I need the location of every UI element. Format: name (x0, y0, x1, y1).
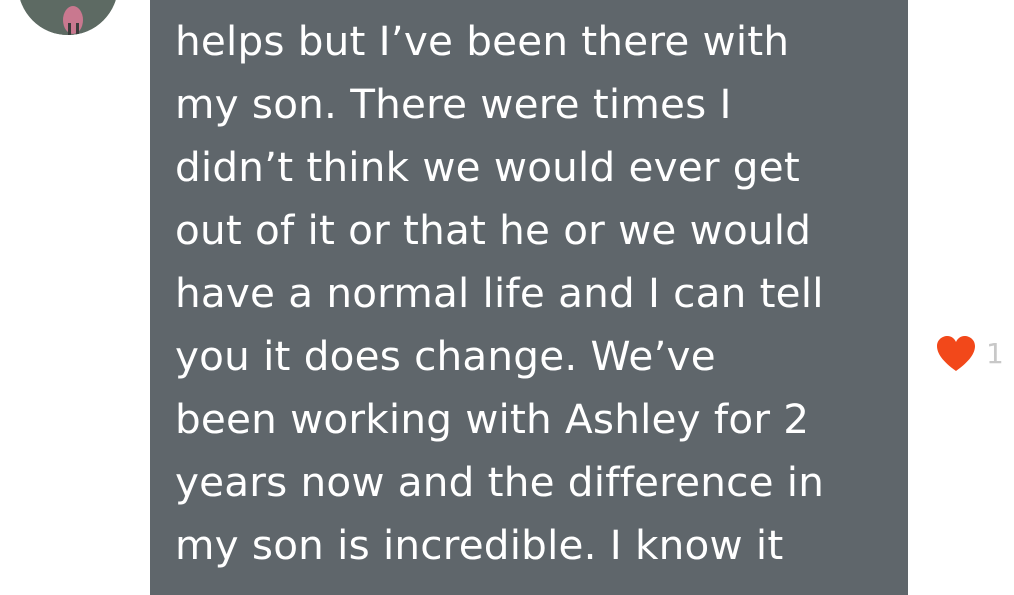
comment-line: didn’t think we would ever get (175, 143, 800, 191)
comment-line: years now and the difference in (175, 458, 825, 506)
avatar[interactable] (18, 0, 118, 35)
comment-line: helps but I’ve been there with (175, 17, 790, 65)
comment-thread: helps but I’ve been there with my son. T… (0, 0, 1014, 595)
comment-line: been working with Ashley for 2 (175, 395, 810, 443)
like-count: 1 (986, 337, 1004, 370)
comment-line: have a normal life and I can tell (175, 269, 824, 317)
avatar-photo (18, 0, 118, 35)
comment-text: helps but I’ve been there with my son. T… (175, 10, 900, 577)
comment-line: out of it or that he or we would (175, 206, 812, 254)
heart-icon[interactable] (936, 335, 976, 373)
comment-line: my son. There were times I (175, 80, 732, 128)
comment-line: my son is incredible. I know it (175, 521, 784, 569)
comment-line: you it does change. We’ve (175, 332, 716, 380)
like-control[interactable]: 1 (936, 335, 1004, 373)
